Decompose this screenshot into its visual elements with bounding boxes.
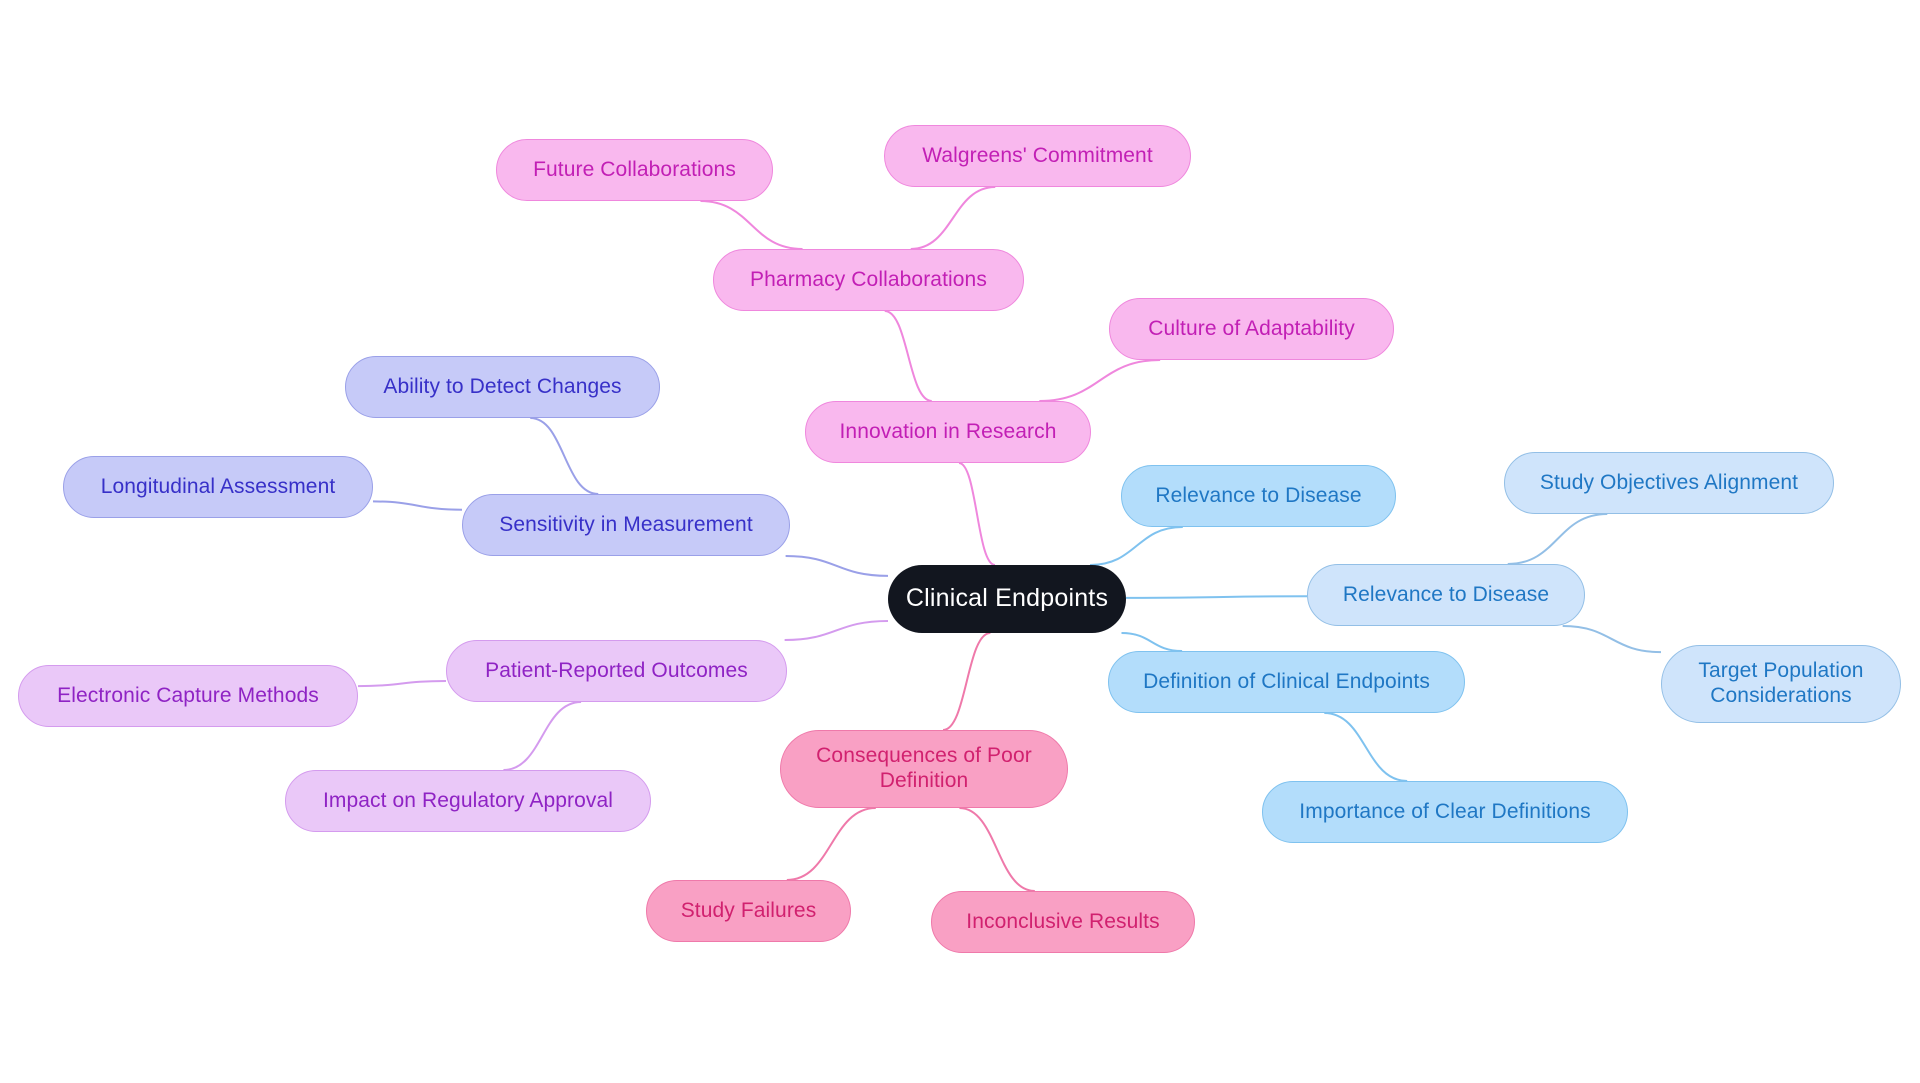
- edge-pharmacy-collaborations-to-walgreens-commitment: [910, 186, 996, 250]
- mindmap-node-culture-of-adaptability[interactable]: Culture of Adaptability: [1109, 298, 1394, 360]
- mindmap-node-impact-on-regulatory-approval[interactable]: Impact on Regulatory Approval: [285, 770, 651, 832]
- edge-patient-reported-outcomes-to-electronic-capture-methods: [357, 679, 447, 688]
- mindmap-node-walgreens-commitment[interactable]: Walgreens' Commitment: [884, 125, 1191, 187]
- mindmap-node-future-collaborations[interactable]: Future Collaborations: [496, 139, 773, 201]
- mindmap-node-innovation-in-research[interactable]: Innovation in Research: [805, 401, 1091, 463]
- mindmap-node-inconclusive-results[interactable]: Inconclusive Results: [931, 891, 1195, 953]
- edge-root-to-sensitivity-in-measurement: [785, 555, 889, 577]
- mindmap-node-relevance-to-disease-b[interactable]: Relevance to Disease: [1307, 564, 1585, 626]
- mindmap-node-pharmacy-collaborations[interactable]: Pharmacy Collaborations: [713, 249, 1024, 311]
- mindmap-node-importance-of-clear-definitions[interactable]: Importance of Clear Definitions: [1262, 781, 1628, 843]
- edge-root-to-definition-of-clinical-endpoints: [1121, 632, 1183, 652]
- edge-root-to-innovation-in-research: [958, 462, 996, 566]
- edge-root-to-relevance-to-disease-b: [1125, 595, 1308, 599]
- edge-relevance-to-disease-b-to-study-objectives-alignment: [1507, 513, 1608, 565]
- mindmap-node-study-objectives-alignment[interactable]: Study Objectives Alignment: [1504, 452, 1834, 514]
- edge-sensitivity-in-measurement-to-longitudinal-assessment: [372, 500, 463, 511]
- mindmap-node-patient-reported-outcomes[interactable]: Patient-Reported Outcomes: [446, 640, 787, 702]
- edge-consequences-of-poor-definition-to-study-failures: [786, 807, 876, 881]
- root-node[interactable]: Clinical Endpoints: [888, 565, 1126, 633]
- edge-sensitivity-in-measurement-to-ability-to-detect-changes: [530, 417, 599, 495]
- edge-consequences-of-poor-definition-to-inconclusive-results: [959, 807, 1035, 892]
- mindmap-node-study-failures[interactable]: Study Failures: [646, 880, 851, 942]
- edge-innovation-in-research-to-pharmacy-collaborations: [884, 310, 933, 402]
- edge-root-to-patient-reported-outcomes: [784, 619, 889, 641]
- mindmap-node-longitudinal-assessment[interactable]: Longitudinal Assessment: [63, 456, 373, 518]
- mindmap-node-consequences-of-poor-definition[interactable]: Consequences of Poor Definition: [780, 730, 1068, 808]
- edge-patient-reported-outcomes-to-impact-on-regulatory-approval: [503, 701, 582, 771]
- mindmap-node-sensitivity-in-measurement[interactable]: Sensitivity in Measurement: [462, 494, 790, 556]
- edge-root-to-consequences-of-poor-definition: [942, 632, 991, 731]
- mindmap-node-electronic-capture-methods[interactable]: Electronic Capture Methods: [18, 665, 358, 727]
- edge-definition-of-clinical-endpoints-to-importance-of-clear-definitions: [1324, 712, 1408, 782]
- mindmap-node-target-population-considerations[interactable]: Target Population Considerations: [1661, 645, 1901, 723]
- mindmap-canvas: Clinical Endpoints Relevance to Disease Re…: [0, 0, 1920, 1083]
- mindmap-node-definition-of-clinical-endpoints[interactable]: Definition of Clinical Endpoints: [1108, 651, 1465, 713]
- mindmap-node-relevance-to-disease-a[interactable]: Relevance to Disease: [1121, 465, 1396, 527]
- edge-relevance-to-disease-b-to-target-population-considerations: [1562, 625, 1662, 654]
- mindmap-node-ability-to-detect-changes[interactable]: Ability to Detect Changes: [345, 356, 660, 418]
- edge-innovation-in-research-to-culture-of-adaptability: [1039, 359, 1161, 402]
- edge-pharmacy-collaborations-to-future-collaborations: [700, 200, 803, 250]
- edge-root-to-relevance-to-disease-a: [1090, 526, 1183, 566]
